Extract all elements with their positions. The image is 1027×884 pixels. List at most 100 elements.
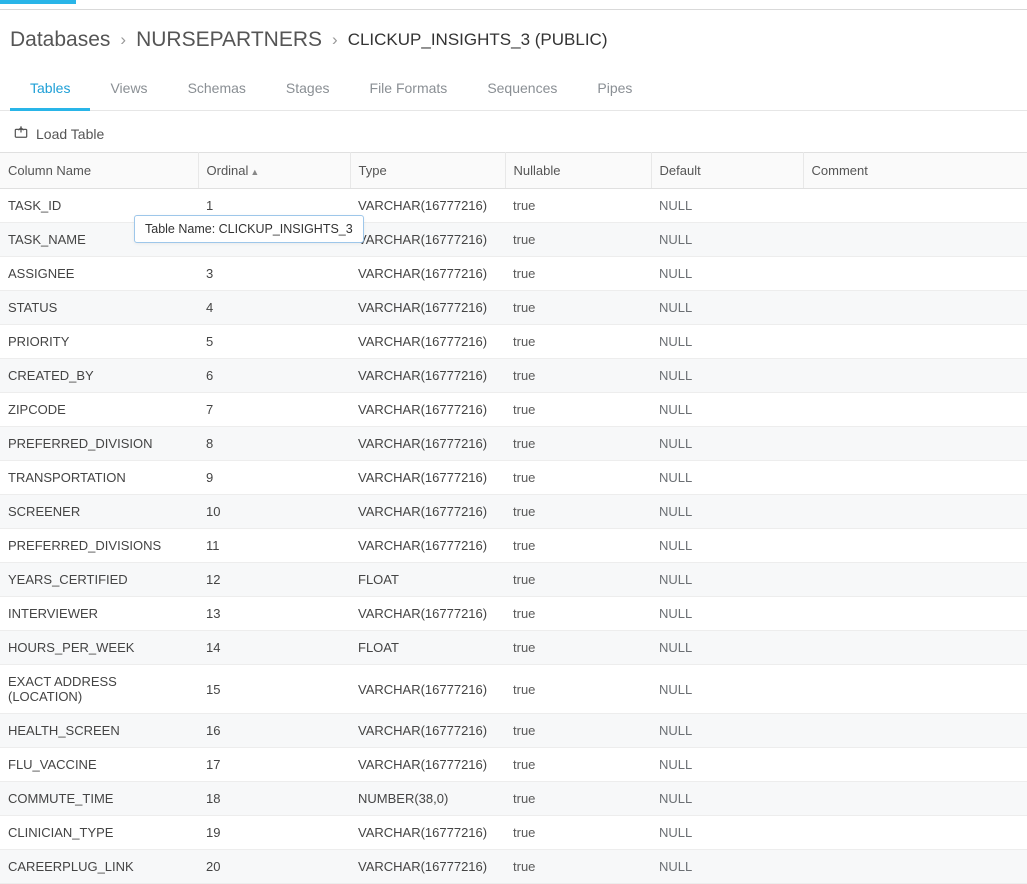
cell: 20 [198,850,350,884]
cell: NULL [651,529,803,563]
cell: 5 [198,325,350,359]
cell [803,748,1027,782]
tab-pipes[interactable]: Pipes [577,70,652,111]
cell [803,782,1027,816]
table-row[interactable]: FLU_VACCINE17VARCHAR(16777216)trueNULL [0,748,1027,782]
tab-tables[interactable]: Tables [10,70,90,111]
column-header-ordinal[interactable]: Ordinal▲ [198,153,350,189]
cell: NULL [651,665,803,714]
tab-file-formats[interactable]: File Formats [350,70,468,111]
active-nav-indicator [0,0,76,4]
cell [803,665,1027,714]
table-row[interactable]: HEALTH_SCREEN16VARCHAR(16777216)trueNULL [0,714,1027,748]
cell: ASSIGNEE [0,257,198,291]
cell: VARCHAR(16777216) [350,665,505,714]
table-row[interactable]: PREFERRED_DIVISIONS11VARCHAR(16777216)tr… [0,529,1027,563]
cell: NULL [651,631,803,665]
cell: NULL [651,359,803,393]
cell: NULL [651,427,803,461]
cell [803,529,1027,563]
column-header-default[interactable]: Default [651,153,803,189]
table-body: TASK_ID1VARCHAR(16777216)trueNULLTASK_NA… [0,189,1027,884]
cell: true [505,850,651,884]
column-header-column-name[interactable]: Column Name [0,153,198,189]
tab-sequences[interactable]: Sequences [467,70,577,111]
table-row[interactable]: HOURS_PER_WEEK14FLOATtrueNULL [0,631,1027,665]
table-row[interactable]: CLINICIAN_TYPE19VARCHAR(16777216)trueNUL… [0,816,1027,850]
tab-views[interactable]: Views [90,70,167,111]
tab-schemas[interactable]: Schemas [168,70,266,111]
breadcrumb-level1[interactable]: NURSEPARTNERS [136,28,322,52]
table-row[interactable]: CREATED_BY6VARCHAR(16777216)trueNULL [0,359,1027,393]
table-row[interactable]: ZIPCODE7VARCHAR(16777216)trueNULL [0,393,1027,427]
cell: VARCHAR(16777216) [350,597,505,631]
column-header-type[interactable]: Type [350,153,505,189]
cell: VARCHAR(16777216) [350,325,505,359]
cell: true [505,223,651,257]
cell [803,427,1027,461]
cell [803,495,1027,529]
table-row[interactable]: SCREENER10VARCHAR(16777216)trueNULL [0,495,1027,529]
load-table-button[interactable]: Load Table [36,126,104,142]
breadcrumb-root[interactable]: Databases [10,28,110,52]
table-header-row: Column NameOrdinal▲TypeNullableDefaultCo… [0,153,1027,189]
cell: NULL [651,850,803,884]
cell: FLU_VACCINE [0,748,198,782]
cell: TRANSPORTATION [0,461,198,495]
tab-stages[interactable]: Stages [266,70,350,111]
cell: SCREENER [0,495,198,529]
table-row[interactable]: CAREERPLUG_LINK20VARCHAR(16777216)trueNU… [0,850,1027,884]
cell: NULL [651,782,803,816]
cell: 16 [198,714,350,748]
cell: true [505,359,651,393]
table-row[interactable]: EXACT ADDRESS (LOCATION)15VARCHAR(167772… [0,665,1027,714]
cell: NULL [651,257,803,291]
cell: VARCHAR(16777216) [350,816,505,850]
top-nav [0,0,1027,10]
cell [803,563,1027,597]
cell: 6 [198,359,350,393]
load-table-icon [14,125,28,142]
table-row[interactable]: YEARS_CERTIFIED12FLOATtrueNULL [0,563,1027,597]
cell: true [505,495,651,529]
cell: VARCHAR(16777216) [350,529,505,563]
cell: VARCHAR(16777216) [350,850,505,884]
breadcrumb: Databases › NURSEPARTNERS › CLICKUP_INSI… [0,10,1027,62]
table-row[interactable]: ASSIGNEE3VARCHAR(16777216)trueNULL [0,257,1027,291]
table-row[interactable]: COMMUTE_TIME18NUMBER(38,0)trueNULL [0,782,1027,816]
table-name-tooltip: Table Name: CLICKUP_INSIGHTS_3 [134,215,364,243]
table-row[interactable]: PREFERRED_DIVISION8VARCHAR(16777216)true… [0,427,1027,461]
table-row[interactable]: TRANSPORTATION9VARCHAR(16777216)trueNULL [0,461,1027,495]
sort-asc-icon: ▲ [250,167,259,177]
cell: PREFERRED_DIVISION [0,427,198,461]
cell: VARCHAR(16777216) [350,748,505,782]
cell: EXACT ADDRESS (LOCATION) [0,665,198,714]
cell: VARCHAR(16777216) [350,359,505,393]
cell: true [505,461,651,495]
subtabs: TablesViewsSchemasStagesFile FormatsSequ… [0,70,1027,111]
cell: VARCHAR(16777216) [350,461,505,495]
cell: true [505,748,651,782]
cell [803,223,1027,257]
cell: VARCHAR(16777216) [350,495,505,529]
cell: true [505,529,651,563]
cell: true [505,563,651,597]
cell: PRIORITY [0,325,198,359]
cell [803,189,1027,223]
table-row[interactable]: INTERVIEWER13VARCHAR(16777216)trueNULL [0,597,1027,631]
cell: true [505,393,651,427]
column-header-nullable[interactable]: Nullable [505,153,651,189]
cell: NULL [651,291,803,325]
cell: NULL [651,393,803,427]
cell: 12 [198,563,350,597]
cell: true [505,597,651,631]
table-row[interactable]: PRIORITY5VARCHAR(16777216)trueNULL [0,325,1027,359]
cell: 15 [198,665,350,714]
cell: true [505,631,651,665]
cell: NUMBER(38,0) [350,782,505,816]
column-header-comment[interactable]: Comment [803,153,1027,189]
cell: FLOAT [350,563,505,597]
cell: COMMUTE_TIME [0,782,198,816]
breadcrumb-current: CLICKUP_INSIGHTS_3 (PUBLIC) [348,30,608,50]
table-row[interactable]: STATUS4VARCHAR(16777216)trueNULL [0,291,1027,325]
